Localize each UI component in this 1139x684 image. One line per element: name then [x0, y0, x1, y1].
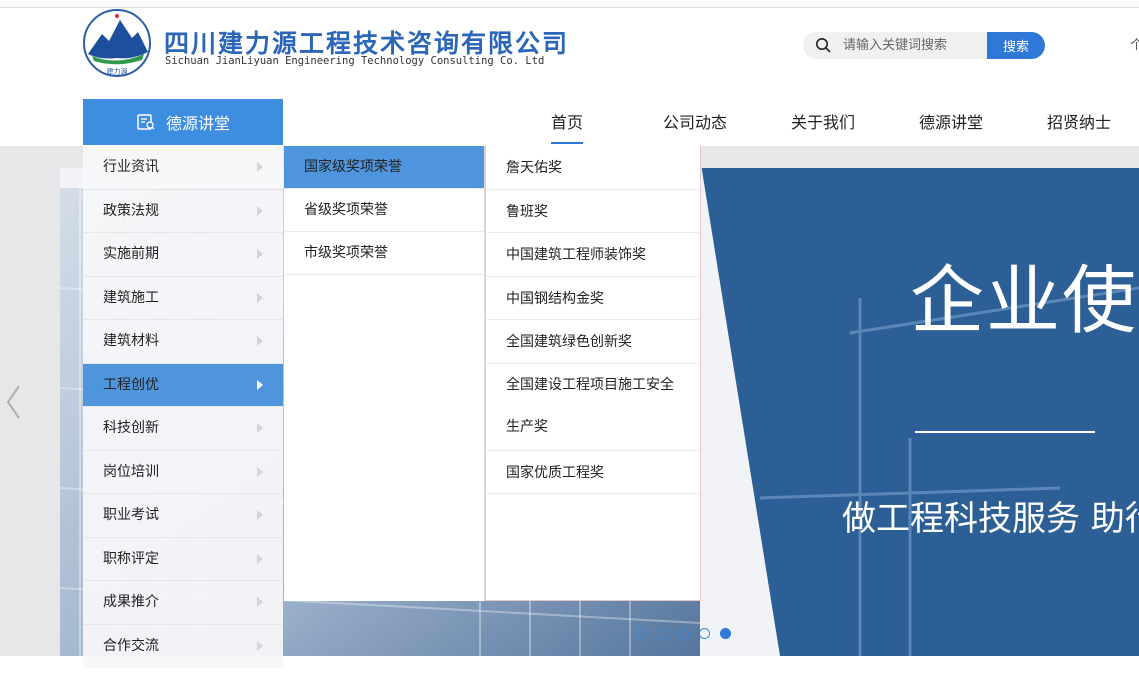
submenu-item[interactable]: 市级奖项荣誉 [284, 232, 484, 275]
chevron-right-icon [257, 292, 263, 303]
award-item[interactable]: 中国钢结构金奖 [486, 277, 700, 320]
chevron-right-icon [257, 205, 263, 216]
chevron-right-icon [257, 336, 263, 346]
category-item[interactable]: 科技创新 [83, 407, 283, 451]
company-logo-icon: 建力源 [83, 9, 151, 77]
category-item-active[interactable]: 工程创优 [83, 363, 283, 407]
award-item[interactable]: 鲁班奖 [486, 190, 700, 233]
search-icon [816, 38, 831, 53]
category-item[interactable]: 岗位培训 [83, 450, 283, 494]
nav-item-lecture[interactable]: 德源讲堂 [919, 108, 983, 144]
category-item[interactable]: 建筑材料 [83, 320, 283, 364]
submenu-item-active[interactable]: 国家级奖项荣誉 [284, 146, 484, 189]
category-item[interactable]: 实施前期 [83, 233, 283, 277]
banner-dot-active[interactable] [720, 628, 731, 639]
submenu-item[interactable]: 省级奖项荣誉 [284, 189, 484, 232]
company-logo-link[interactable]: 建力源 四川建力源工程技术咨询有限公司 Sichuan JianLiyuan E… [82, 8, 567, 82]
chevron-right-icon [257, 249, 263, 259]
award-item[interactable]: 中国建筑工程师装饰奖 [486, 233, 700, 277]
nav-item-about[interactable]: 关于我们 [791, 108, 855, 144]
category-list: 行业资讯 政策法规 实施前期 建筑施工 建筑材料 工程创优 科技创新 岗位培训 … [83, 146, 283, 668]
banner-dot[interactable] [657, 628, 668, 639]
chevron-right-icon [257, 379, 263, 390]
nav-item-news[interactable]: 公司动态 [663, 108, 727, 144]
banner-dot[interactable] [699, 628, 710, 639]
submenu-level2: 国家级奖项荣誉 省级奖项荣誉 市级奖项荣誉 [284, 146, 485, 601]
browser-top-strip [0, 0, 1139, 8]
category-item[interactable]: 职业考试 [83, 494, 283, 538]
submenu-level3: 詹天佑奖 鲁班奖 中国建筑工程师装饰奖 中国钢结构金奖 全国建筑绿色创新奖 全国… [485, 146, 701, 601]
search-input[interactable] [843, 36, 983, 55]
nav-item-careers[interactable]: 招贤纳士 [1047, 108, 1111, 144]
language-link-partial[interactable]: 个 [1130, 34, 1139, 53]
banner-subtitle: 做工程科技服务 助行业绿色发 [842, 499, 1139, 539]
category-item[interactable]: 建筑施工 [83, 276, 283, 320]
category-item[interactable]: 合作交流 [83, 624, 283, 668]
svg-text:建力源: 建力源 [107, 67, 128, 76]
award-item[interactable]: 国家优质工程奖 [486, 451, 700, 494]
award-item[interactable]: 全国建设工程项目施工安全生产奖 [486, 364, 700, 451]
chevron-right-icon [257, 423, 263, 433]
category-item[interactable]: 政策法规 [83, 189, 283, 233]
banner-title: 企业使命 [910, 258, 1139, 344]
category-item[interactable]: 行业资讯 [83, 146, 283, 190]
company-name-en: Sichuan JianLiyuan Engineering Technolog… [165, 55, 545, 67]
chevron-right-icon [257, 466, 263, 477]
banner-prev-arrow-icon[interactable] [3, 382, 23, 422]
chevron-right-icon [257, 162, 263, 172]
nav-item-home[interactable]: 首页 [551, 108, 584, 144]
chevron-right-icon [257, 640, 263, 651]
lecture-icon [137, 114, 155, 130]
category-menu-button[interactable]: 德源讲堂 [83, 99, 283, 145]
award-item[interactable]: 詹天佑奖 [486, 146, 700, 190]
search-button[interactable]: 搜索 [987, 32, 1045, 59]
chevron-right-icon [257, 597, 263, 607]
banner-pagination [636, 628, 731, 639]
search-bar: 搜索 [803, 32, 1045, 59]
category-item[interactable]: 成果推介 [83, 581, 283, 625]
banner-dot[interactable] [636, 628, 647, 639]
banner-dot[interactable] [678, 628, 689, 639]
category-menu-label: 德源讲堂 [165, 114, 230, 133]
banner-divider [915, 431, 1095, 433]
chevron-right-icon [257, 510, 263, 520]
chevron-right-icon [257, 553, 263, 564]
category-item[interactable]: 职称评定 [83, 537, 283, 581]
award-item[interactable]: 全国建筑绿色创新奖 [486, 320, 700, 364]
